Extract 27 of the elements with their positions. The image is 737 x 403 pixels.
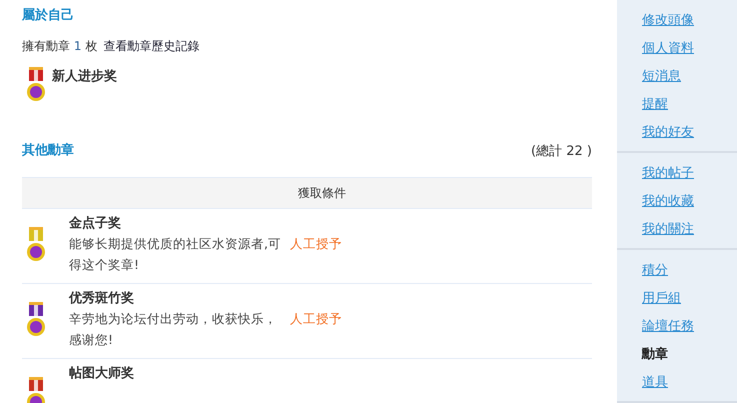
sidebar-link[interactable]: 短消息	[642, 63, 681, 91]
total-count: (總計 22 )	[531, 143, 592, 160]
section-title: 屬於自己	[22, 7, 75, 25]
sidebar-link[interactable]: 用戶組	[642, 285, 681, 313]
medal-name: 帖图大师奖	[69, 365, 135, 383]
sidebar-link[interactable]: 勳章	[642, 341, 668, 369]
medal-name: 新人进步奖	[52, 68, 117, 86]
sidebar-link[interactable]: 道具	[642, 369, 668, 397]
medal-count-text: 擁有勳章 1 枚	[22, 38, 98, 55]
sidebar-link[interactable]: 個人資料	[642, 35, 694, 63]
column-header: 獲取條件	[298, 184, 346, 202]
history-link[interactable]: 查看勳章歷史記錄	[103, 38, 200, 55]
condition-text: 人工授予	[290, 235, 342, 253]
sidebar-link[interactable]: 我的好友	[642, 119, 694, 147]
sidebar-link[interactable]: 提醒	[642, 91, 668, 119]
sidebar-link[interactable]: 論壇任務	[642, 313, 694, 341]
medal-description: 辛劳地为论坛付出劳动，收获快乐，感谢您!	[69, 310, 278, 349]
sidebar-link[interactable]: 我的帖子	[642, 160, 694, 188]
medal-description: 能够长期提供优质的社区水资源者,可得这个奖章!	[69, 235, 282, 274]
sidebar-link[interactable]: 我的關注	[642, 216, 694, 244]
condition-text: 人工授予	[290, 310, 342, 328]
sidebar-link[interactable]: 積分	[642, 257, 668, 285]
section-title: 其他勳章	[22, 142, 74, 160]
medal-name: 金点子奖	[69, 215, 122, 233]
medal-name: 优秀斑竹奖	[69, 290, 135, 308]
sidebar-link[interactable]: 修改頭像	[642, 7, 694, 35]
sidebar-link[interactable]: 我的收藏	[642, 188, 694, 216]
